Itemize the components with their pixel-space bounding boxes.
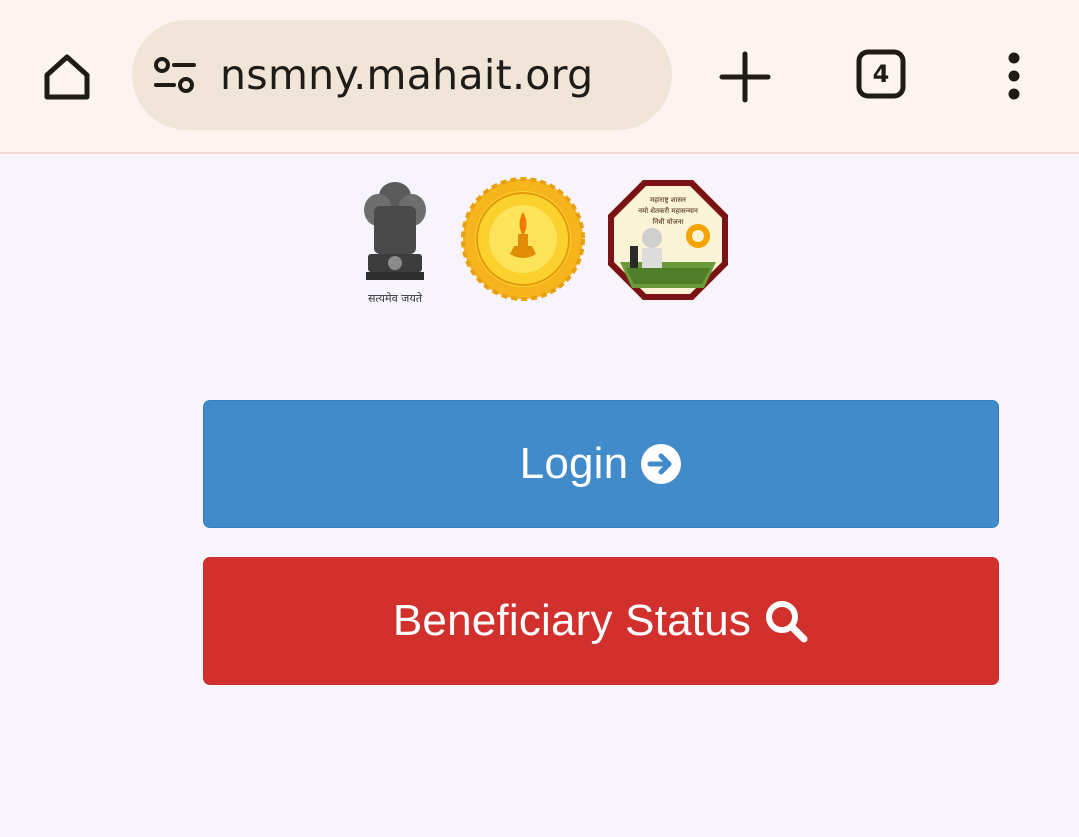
header-logos: सत्यमेव जयते महाराष्ट्र शासन नमो शेतकरी … (340, 172, 740, 312)
arrow-circle-right-icon (640, 443, 682, 485)
maharashtra-seal-logo (461, 177, 585, 301)
url-text[interactable]: nsmny.mahait.org (220, 49, 593, 101)
search-icon (763, 598, 809, 644)
overflow-menu-icon[interactable] (994, 50, 1034, 102)
login-button[interactable]: Login (203, 400, 999, 528)
tab-count: 4 (872, 60, 890, 88)
tab-switcher-button[interactable]: 4 (856, 49, 906, 99)
beneficiary-status-label: Beneficiary Status (392, 596, 752, 645)
svg-text:नमो शेतकरी महासन्मान: नमो शेतकरी महासन्मान (638, 206, 698, 215)
svg-text:निधी योजना: निधी योजना (653, 217, 684, 226)
namo-shetkari-logo: महाराष्ट्र शासन नमो शेतकरी महासन्मान निध… (608, 180, 728, 300)
browser-toolbar: nsmny.mahait.org 4 (0, 0, 1079, 154)
home-icon (44, 54, 90, 100)
ashoka-emblem-logo: सत्यमेव जयते (364, 182, 426, 305)
svg-text:महाराष्ट्र शासन: महाराष्ट्र शासन (650, 196, 686, 204)
new-tab-plus-icon[interactable] (716, 48, 774, 106)
site-settings-icon[interactable] (152, 55, 200, 95)
login-button-label: Login (519, 439, 629, 488)
home-button[interactable] (36, 46, 98, 108)
svg-text:सत्यमेव जयते: सत्यमेव जयते (368, 292, 423, 305)
address-bar[interactable]: nsmny.mahait.org (132, 20, 672, 130)
beneficiary-status-button[interactable]: Beneficiary Status (203, 557, 999, 685)
